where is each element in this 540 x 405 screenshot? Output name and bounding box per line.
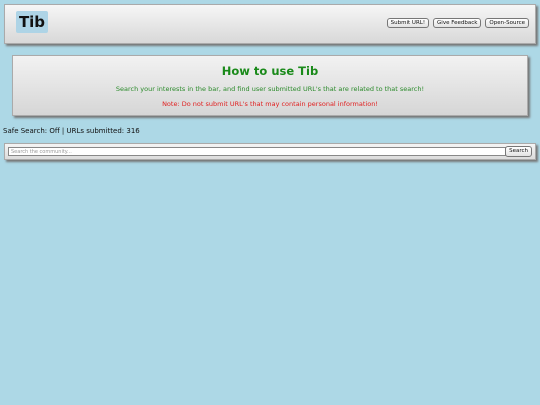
header-bar: Tib Submit URL! Give Feedback Open-Sourc…: [4, 4, 536, 44]
info-note: Note: Do not submit URL's that may conta…: [162, 100, 378, 108]
header-nav: Submit URL! Give Feedback Open-Source: [386, 18, 529, 28]
open-source-button[interactable]: Open-Source: [485, 18, 529, 28]
search-bar: Search: [4, 143, 536, 160]
info-title: How to use Tib: [221, 64, 319, 78]
search-stats: Safe Search: Off | URLs submitted: 316: [3, 127, 140, 135]
site-logo[interactable]: Tib: [16, 11, 48, 33]
info-panel: How to use Tib Search your interests in …: [12, 55, 528, 116]
search-input[interactable]: [8, 147, 506, 156]
info-description: Search your interests in the bar, and fi…: [115, 85, 425, 93]
search-button[interactable]: Search: [505, 146, 532, 157]
submit-url-button[interactable]: Submit URL!: [386, 18, 430, 28]
give-feedback-button[interactable]: Give Feedback: [433, 18, 482, 28]
